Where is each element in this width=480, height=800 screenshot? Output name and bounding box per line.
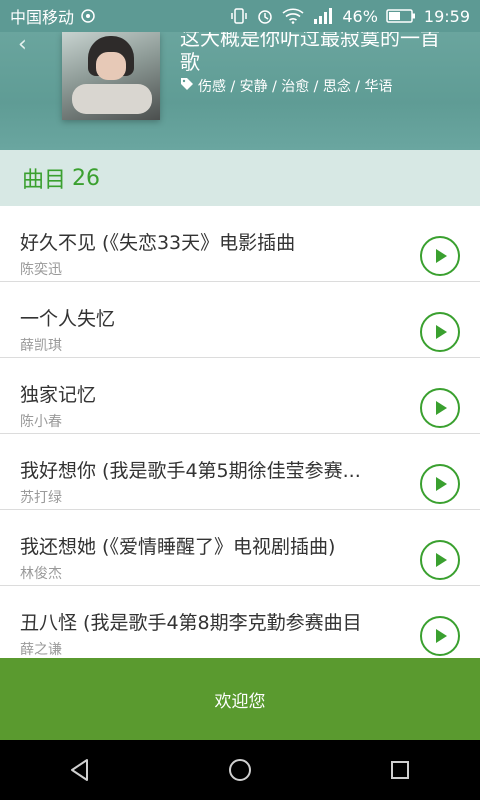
play-icon[interactable] (420, 540, 460, 580)
play-icon[interactable] (420, 312, 460, 352)
track-title: 一个人失忆 (20, 308, 116, 330)
clock-time: 19:59 (423, 6, 470, 26)
album-tags: 伤感 / 安静 / 治愈 / 思念 / 华语 (180, 76, 392, 96)
track-count-label: 曲目 (22, 168, 67, 193)
back-arrow-icon[interactable]: ‹ (18, 32, 27, 57)
tag-icon (180, 77, 194, 95)
track-row[interactable]: 好久不见 (《失恋33天》电影插曲 陈奕迅 (0, 206, 480, 282)
track-title: 独家记忆 (20, 384, 97, 406)
track-row[interactable]: 我还想她 (《爱情睡醒了》电视剧插曲) 林俊杰 (0, 510, 480, 586)
signal-icon (312, 7, 334, 25)
track-artist: 陈奕迅 (20, 262, 62, 278)
play-icon[interactable] (420, 464, 460, 504)
album-title: 这大概是你听过最寂寞的一首歌 (180, 32, 440, 74)
track-title: 好久不见 (《失恋33天》电影插曲 (20, 232, 296, 254)
play-icon[interactable] (420, 236, 460, 276)
track-title: 丑八怪 (我是歌手4第8期李克勤参赛曲目 (20, 612, 362, 634)
album-cover (62, 32, 160, 120)
hotspot-icon (80, 8, 96, 24)
track-artist: 陈小春 (20, 414, 62, 430)
track-row[interactable]: 丑八怪 (我是歌手4第8期李克勤参赛曲目 薛之谦 (0, 586, 480, 658)
track-artist: 苏打绿 (20, 490, 62, 506)
tags-text: 伤感 / 安静 / 治愈 / 思念 / 华语 (198, 79, 393, 95)
track-row[interactable]: 独家记忆 陈小春 (0, 358, 480, 434)
track-row[interactable]: 一个人失忆 薛凯琪 (0, 282, 480, 358)
track-artist: 林俊杰 (20, 566, 62, 582)
nav-back-icon[interactable] (50, 740, 110, 800)
welcome-bar[interactable]: 欢迎您 (0, 658, 480, 740)
album-header: ‹ 这大概是你听过最寂寞的一首歌 伤感 / 安静 / 治愈 / 思念 / 华语 (0, 32, 480, 150)
play-icon[interactable] (420, 388, 460, 428)
track-artist: 薛之谦 (20, 642, 62, 658)
battery-percent: 46% (342, 6, 378, 26)
wifi-icon (282, 8, 304, 24)
status-bar: 中国移动 46% 19:59 (0, 0, 480, 32)
track-title: 我好想你 (我是歌手4第5期徐佳莹参赛... (20, 460, 361, 482)
alarm-icon (256, 7, 274, 25)
track-artist: 薛凯琪 (20, 338, 62, 354)
track-list[interactable]: 好久不见 (《失恋33天》电影插曲 陈奕迅 一个人失忆 薛凯琪 独家记忆 陈小春… (0, 206, 480, 658)
welcome-text: 欢迎您 (214, 691, 266, 712)
track-count-bar: 曲目 26 (0, 150, 480, 206)
track-count-number: 26 (72, 165, 101, 191)
carrier-name: 中国移动 (10, 8, 75, 27)
system-nav-bar (0, 740, 480, 800)
battery-icon (386, 8, 416, 24)
track-title: 我还想她 (《爱情睡醒了》电视剧插曲) (20, 536, 336, 558)
nav-recents-icon[interactable] (370, 740, 430, 800)
nav-home-icon[interactable] (210, 740, 270, 800)
vibrate-icon (230, 7, 248, 25)
play-icon[interactable] (420, 616, 460, 656)
track-row[interactable]: 我好想你 (我是歌手4第5期徐佳莹参赛... 苏打绿 (0, 434, 480, 510)
